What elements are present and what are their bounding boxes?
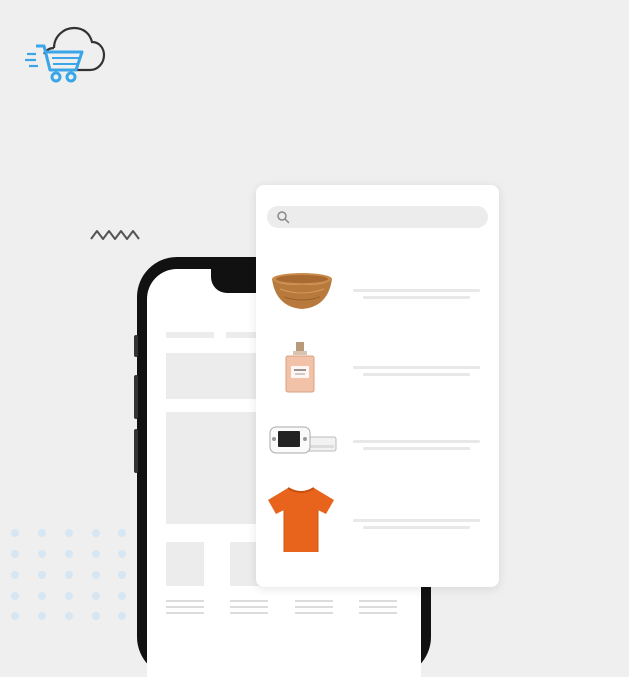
- placeholder-line: [359, 600, 397, 602]
- product-list-item[interactable]: [266, 267, 489, 315]
- game-console-image: [269, 426, 337, 454]
- placeholder-line: [166, 606, 204, 608]
- wooden-bowl-image: [272, 273, 332, 309]
- placeholder-line: [353, 366, 480, 369]
- placeholder-line: [295, 606, 333, 608]
- product-list-item[interactable]: [266, 484, 489, 556]
- zigzag-decoration: [90, 230, 140, 240]
- placeholder-line: [230, 612, 268, 614]
- placeholder-line: [363, 296, 470, 299]
- placeholder-line: [359, 612, 397, 614]
- phone-side-button: [134, 375, 138, 419]
- placeholder-banner: [166, 353, 266, 399]
- placeholder-line: [230, 606, 268, 608]
- orange-tshirt-image: [268, 487, 334, 552]
- placeholder-line: [166, 600, 204, 602]
- dot-grid-decoration: [11, 529, 126, 620]
- cloud-cart-logo: [25, 26, 106, 83]
- phone-side-button: [134, 429, 138, 473]
- placeholder-line: [363, 373, 470, 376]
- placeholder-line: [353, 289, 480, 292]
- product-list-item[interactable]: [266, 421, 489, 461]
- phone-side-button: [134, 335, 138, 357]
- placeholder-line: [230, 600, 268, 602]
- product-list-item[interactable]: [266, 338, 489, 398]
- search-results-card: [256, 185, 499, 587]
- placeholder-line: [353, 440, 480, 443]
- search-input[interactable]: [295, 206, 478, 228]
- search-icon: [277, 211, 290, 224]
- placeholder-line: [359, 606, 397, 608]
- placeholder-line: [295, 612, 333, 614]
- search-bar[interactable]: [267, 206, 488, 228]
- perfume-bottle-image: [285, 342, 315, 393]
- placeholder-line: [353, 519, 480, 522]
- placeholder-line: [363, 447, 470, 450]
- placeholder-line: [166, 612, 204, 614]
- placeholder-tile: [166, 542, 204, 586]
- placeholder-line: [363, 526, 470, 529]
- placeholder-tab: [166, 332, 214, 338]
- placeholder-hero: [166, 412, 266, 524]
- placeholder-line: [295, 600, 333, 602]
